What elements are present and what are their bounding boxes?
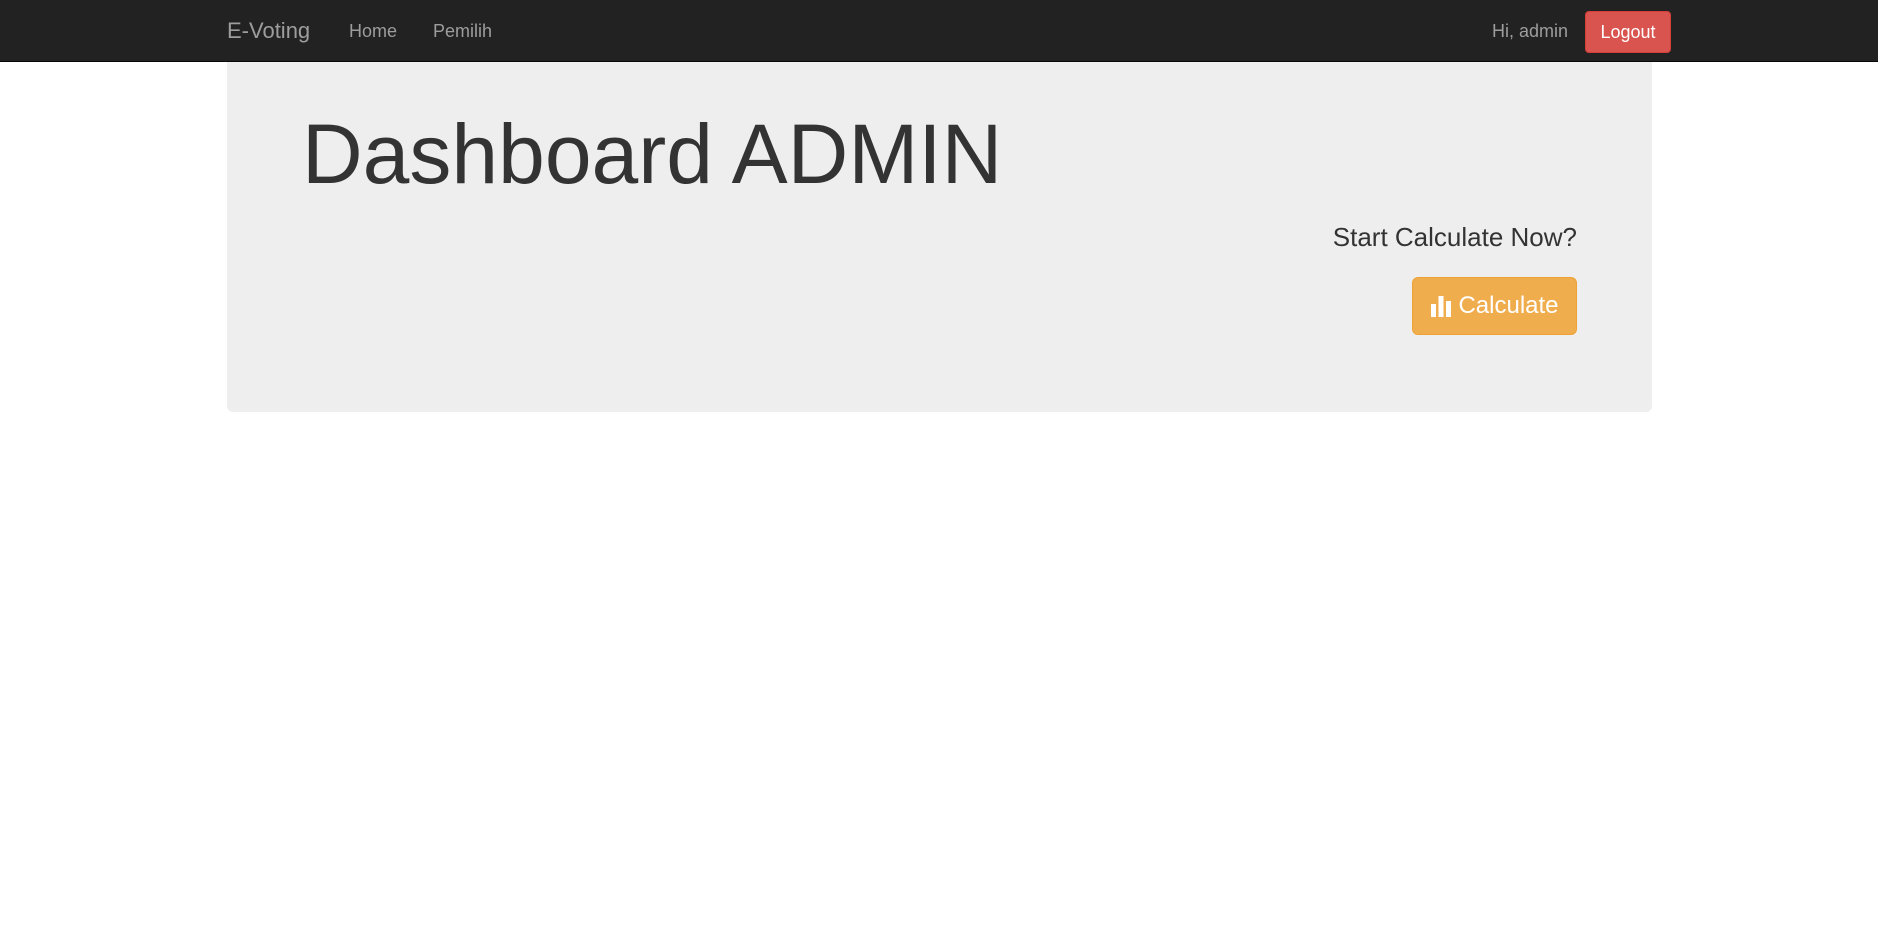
dashboard-jumbotron: Dashboard ADMIN Start Calculate Now? Cal… [227,62,1652,412]
top-navbar: E-Voting Home Pemilih Hi, admin Logout [0,0,1878,62]
calculate-prompt: Start Calculate Now? [1332,222,1577,252]
logout-button[interactable]: Logout [1585,11,1671,53]
bar-chart-icon [1431,296,1452,317]
user-greeting: Hi, admin [1492,21,1569,41]
calculate-button[interactable]: Calculate [1412,277,1577,335]
page-title: Dashboard ADMIN [302,107,1003,201]
nav-link-home[interactable]: Home [349,19,397,43]
nav-link-pemilih[interactable]: Pemilih [433,19,492,43]
calculate-button-label: Calculate [1458,292,1559,319]
brand-link[interactable]: E-Voting [227,17,310,45]
